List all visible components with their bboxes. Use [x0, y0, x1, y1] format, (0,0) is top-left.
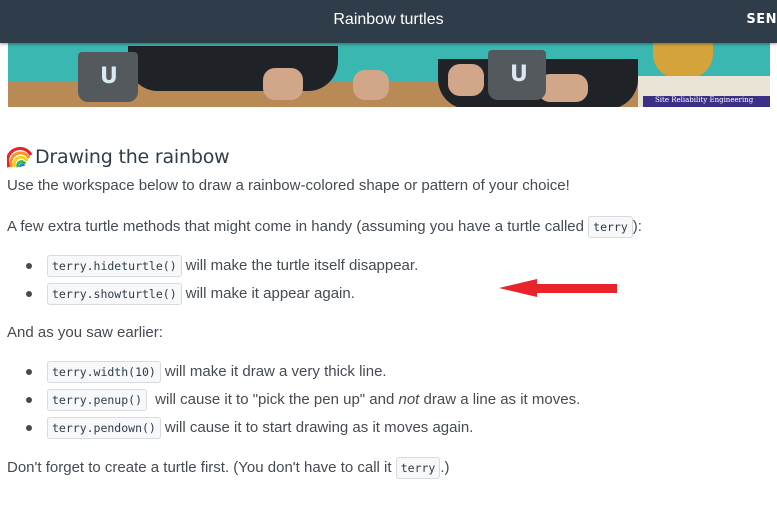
inline-code: terry: [395, 457, 441, 479]
inline-code: terry.width(10): [47, 361, 161, 383]
send-button[interactable]: SEN: [746, 12, 777, 27]
hand: [263, 68, 303, 100]
mug-logo: U: [510, 62, 528, 87]
emphasis-text: not: [398, 391, 420, 408]
methods-intro-paragraph: A few extra turtle methods that might co…: [7, 216, 767, 238]
list-item: terry.penup() will cause it to "pick the…: [7, 386, 767, 414]
banner-image: U U Site Reliability Engineering: [8, 40, 770, 107]
list-item-text: will cause it to start drawing as it mov…: [164, 419, 474, 436]
top-bar: Rainbow turtles SEN: [0, 0, 777, 43]
page-title: Rainbow turtles: [333, 11, 444, 28]
list-item: terry.width(10) will make it draw a very…: [7, 358, 767, 386]
list-item-text: will make the turtle itself disappear.: [185, 257, 419, 274]
section-heading-text: Drawing the rainbow: [35, 146, 230, 168]
footer-paragraph: Don't forget to create a turtle first. (…: [7, 457, 767, 479]
footer-text: Don't forget to create a turtle first. (…: [7, 459, 396, 476]
inline-code: terry.pendown(): [47, 417, 161, 439]
inline-code: terry.hideturtle(): [47, 255, 182, 277]
mug-left: U: [78, 52, 138, 102]
list-item-text: draw a line as it moves.: [419, 391, 581, 408]
book-title: Site Reliability Engineering: [655, 96, 754, 104]
methods-intro-end: ):: [632, 218, 642, 235]
footer-end: .): [440, 459, 450, 476]
earlier-list: terry.width(10) will make it draw a very…: [7, 358, 767, 442]
inline-code: terry.showturtle(): [47, 283, 182, 305]
earlier-intro-paragraph: And as you saw earlier:: [7, 324, 163, 341]
inline-code: terry: [588, 216, 633, 238]
owl-figurine: [653, 40, 713, 78]
list-item-text: will make it appear again.: [185, 285, 355, 302]
list-item-text: will make it draw a very thick line.: [164, 363, 387, 380]
person-left: [128, 46, 338, 91]
hand: [353, 70, 389, 100]
methods-intro-text: A few extra turtle methods that might co…: [7, 218, 589, 235]
section-heading: Drawing the rainbow: [7, 145, 767, 169]
hand: [448, 64, 484, 96]
lesson-content: Drawing the rainbow Use the workspace be…: [7, 145, 767, 479]
list-item: terry.hideturtle() will make the turtle …: [7, 252, 767, 280]
inline-code: terry.penup(): [47, 389, 148, 411]
list-item-text: will cause it to "pick the pen up" and: [151, 391, 399, 408]
intro-paragraph: Use the workspace below to draw a rainbo…: [7, 177, 570, 194]
rainbow-icon: [7, 146, 33, 168]
arrow-annotation-icon: [499, 279, 617, 297]
mug-logo: U: [100, 64, 118, 89]
mug-right: U: [488, 50, 546, 100]
list-item: terry.showturtle() will make it appear a…: [7, 280, 767, 308]
methods-list: terry.hideturtle() will make the turtle …: [7, 252, 767, 308]
list-item: terry.pendown() will cause it to start d…: [7, 414, 767, 442]
